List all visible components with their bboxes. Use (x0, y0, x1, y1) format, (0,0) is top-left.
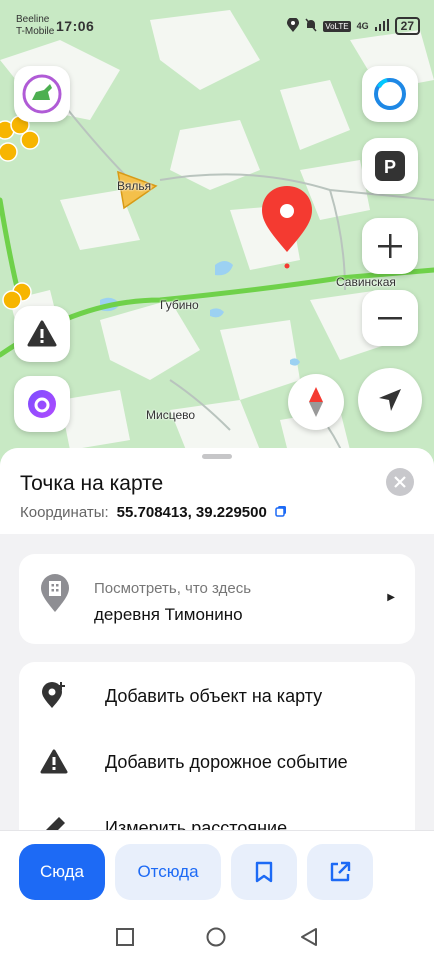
ruler-icon (39, 813, 69, 830)
compass-icon (309, 387, 323, 417)
zoom-in-button[interactable] (362, 218, 418, 274)
action-label: Добавить дорожное событие (105, 751, 348, 772)
status-icons: VoLTE 4G 27 (287, 16, 420, 35)
compass-button[interactable] (288, 374, 344, 430)
my-location-button[interactable] (358, 368, 422, 432)
parking-button[interactable]: P (362, 138, 418, 194)
map-label-savinskaya: Савинская (336, 275, 396, 289)
volte-badge: VoLTE (323, 20, 351, 32)
add-place-icon (39, 681, 69, 711)
bookmark-button[interactable] (231, 844, 297, 900)
route-here-button[interactable]: Сюда (19, 844, 105, 900)
coordinates-label: Координаты: (20, 504, 109, 521)
plus-icon (378, 234, 402, 258)
signal-icon (374, 18, 389, 34)
map-label-mistsevo: Мисцево (146, 408, 196, 422)
close-icon (394, 476, 406, 488)
minus-icon (378, 317, 402, 320)
bookmark-icon (255, 861, 273, 883)
bottom-action-bar: Сюда Отсюда (0, 830, 434, 910)
map-label-gubino: Губино (160, 298, 199, 312)
copy-icon[interactable] (275, 504, 287, 521)
actions-card: Добавить объект на карту Добавить дорожн… (19, 662, 415, 830)
battery-indicator: 27 (394, 17, 420, 35)
warning-icon (27, 320, 57, 347)
alice-assistant-button[interactable] (14, 376, 70, 432)
location-icon (287, 16, 300, 35)
navigation-arrow-icon (379, 389, 401, 411)
alice-icon (28, 390, 56, 418)
map-view[interactable]: Губино Савинская Мисцево Вялья Beeline T… (0, 0, 434, 470)
share-icon (330, 861, 351, 882)
sheet-grabber[interactable] (202, 454, 232, 459)
home-icon[interactable] (206, 927, 226, 952)
layers-button[interactable] (362, 66, 418, 122)
action-add-road-event[interactable]: Добавить дорожное событие (39, 742, 348, 782)
coordinates-value[interactable]: 55.708413, 39.229500 (117, 504, 267, 521)
carrier-names: Beeline T-Mobile (16, 14, 55, 37)
route-from-button[interactable]: Отсюда (115, 844, 221, 900)
svg-text:P: P (384, 157, 396, 177)
circle-logo-icon (374, 78, 406, 110)
back-icon[interactable] (300, 927, 318, 952)
play-arrow-icon: ▶ (387, 592, 395, 603)
close-button[interactable] (386, 468, 414, 496)
parking-icon: P (375, 151, 405, 181)
building-pin-icon (39, 574, 71, 619)
map-label-vyalya: Вялья (117, 179, 152, 193)
road-events-button[interactable] (14, 306, 70, 362)
whats-here-place: деревня Тимонино (94, 605, 243, 624)
status-time: 17:06 (56, 18, 95, 34)
whats-here-card[interactable]: Посмотреть, что здесь деревня Тимонино ▶ (19, 554, 415, 644)
dino-avatar-icon (22, 74, 62, 114)
network-type: 4G (356, 21, 369, 31)
warning-icon (39, 747, 69, 777)
action-label: Добавить объект на карту (105, 685, 323, 706)
place-sheet: Точка на карте Координаты: 55.708413, 39… (0, 448, 434, 830)
profile-avatar-button[interactable] (14, 66, 70, 122)
status-bar: Beeline T-Mobile 17:06 VoLTE 4G 27 (0, 0, 434, 48)
recents-icon[interactable] (116, 928, 134, 951)
coordinates-row: Координаты: 55.708413, 39.229500 (20, 504, 287, 521)
sheet-title: Точка на карте (20, 472, 164, 495)
zoom-out-button[interactable] (362, 290, 418, 346)
action-measure-distance[interactable]: Измерить расстояние (39, 808, 287, 830)
share-button[interactable] (307, 844, 373, 900)
action-label: Измерить расстояние (105, 817, 288, 831)
mute-icon (305, 18, 317, 35)
sheet-header: Точка на карте Координаты: 55.708413, 39… (0, 448, 434, 534)
action-add-place[interactable]: Добавить объект на карту (39, 676, 322, 716)
system-navigation-bar (0, 910, 434, 960)
whats-here-subtitle: Посмотреть, что здесь (94, 580, 252, 597)
